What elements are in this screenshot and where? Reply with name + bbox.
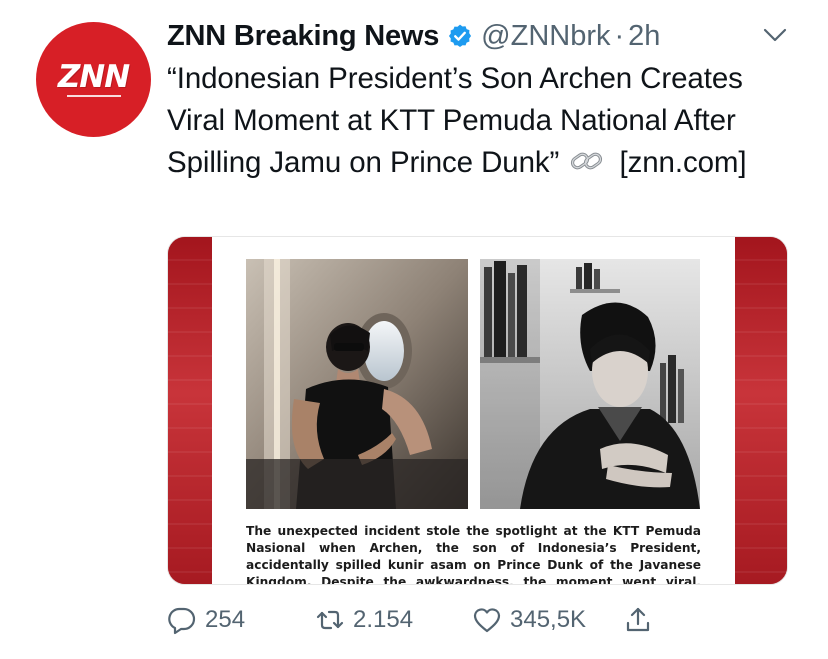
tweet[interactable]: ZNN ZNN Breaking News @ZNNbrk · 2h “Indo… bbox=[0, 0, 828, 659]
reply-icon bbox=[168, 607, 196, 635]
media-card[interactable]: The unexpected incident stole the spotli… bbox=[167, 236, 788, 585]
stadium-background-left bbox=[168, 237, 212, 584]
handle[interactable]: @ZNNbrk bbox=[481, 20, 610, 53]
avatar[interactable]: ZNN bbox=[36, 22, 151, 137]
reply-count: 254 bbox=[205, 606, 246, 633]
article-page: The unexpected incident stole the spotli… bbox=[212, 237, 735, 584]
reply-button[interactable]: 254 bbox=[167, 598, 245, 642]
chevron-down-icon[interactable] bbox=[762, 26, 788, 44]
article-caption: The unexpected incident stole the spotli… bbox=[246, 524, 701, 585]
share-button[interactable] bbox=[623, 598, 653, 642]
znn-logo: ZNN bbox=[57, 59, 130, 97]
logo-underline bbox=[66, 95, 121, 97]
heart-icon bbox=[473, 608, 501, 633]
tweet-text: “Indonesian President’s Son Archen Creat… bbox=[167, 58, 757, 184]
separator-dot: · bbox=[614, 19, 625, 52]
stadium-background-right bbox=[733, 237, 787, 584]
retweet-button[interactable]: 2.154 bbox=[315, 598, 413, 642]
photo-airplane-image bbox=[246, 259, 468, 509]
photo-airplane bbox=[246, 259, 468, 509]
link-emoji-icon bbox=[571, 152, 603, 170]
like-button[interactable]: 345,5K bbox=[472, 598, 586, 642]
display-name[interactable]: ZNN Breaking News bbox=[167, 20, 439, 53]
verified-badge-icon bbox=[449, 24, 472, 48]
link-text[interactable]: [znn.com] bbox=[619, 146, 746, 179]
retweet-count: 2.154 bbox=[353, 606, 414, 633]
share-icon bbox=[626, 607, 650, 632]
timestamp[interactable]: 2h bbox=[628, 20, 660, 53]
avatar-logo-text: ZNN bbox=[57, 59, 130, 95]
action-bar: 254 2.154 345,5K bbox=[167, 598, 788, 642]
like-count: 345,5K bbox=[510, 606, 587, 633]
retweet-icon bbox=[316, 610, 344, 630]
photo-portrait bbox=[480, 259, 700, 509]
photo-portrait-image bbox=[480, 259, 700, 509]
tweet-header: ZNN Breaking News @ZNNbrk · 2h bbox=[167, 15, 660, 57]
